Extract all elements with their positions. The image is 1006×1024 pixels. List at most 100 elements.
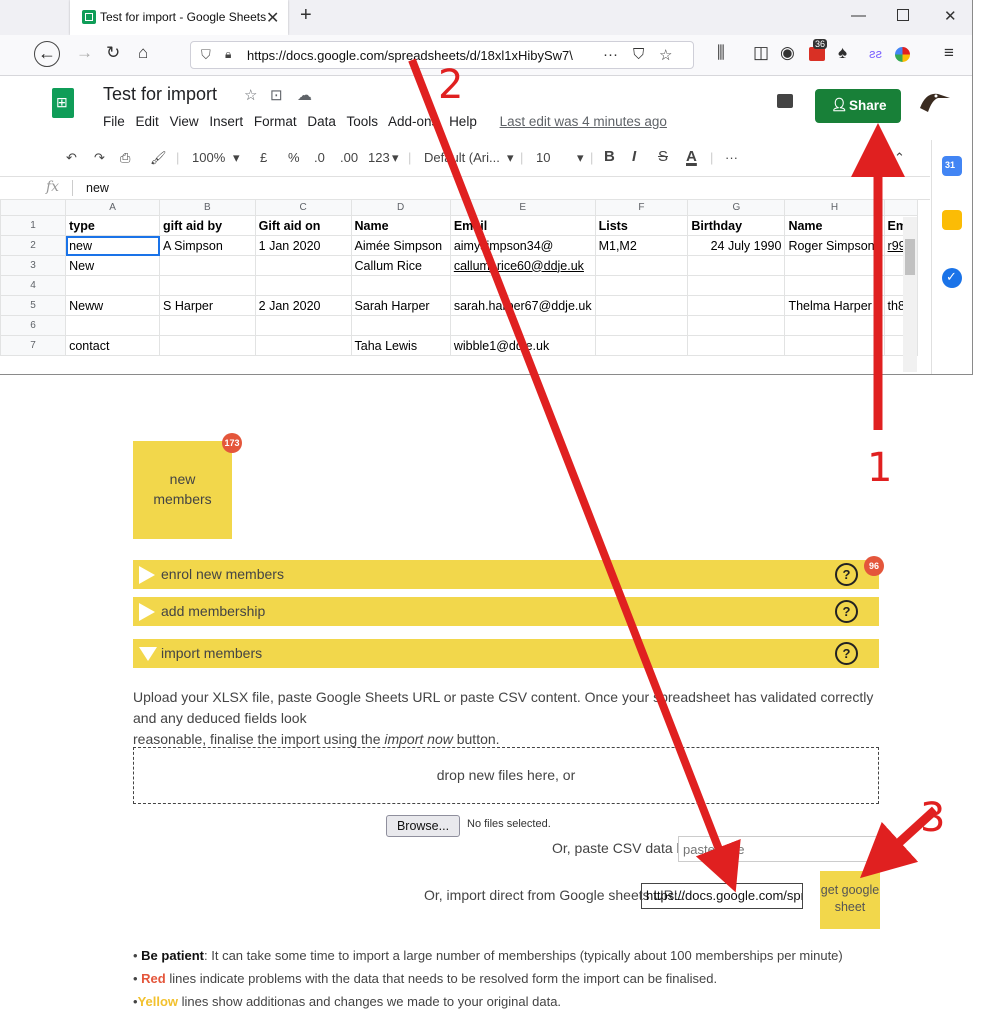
browser-tab[interactable]: Test for import - Google Sheets ✕: [70, 0, 288, 35]
table-cell[interactable]: contact: [65, 335, 161, 356]
table-cell[interactable]: [594, 315, 689, 336]
hamburger-menu-icon[interactable]: ≡: [944, 43, 954, 63]
paint-format-icon[interactable]: 🖌︎: [150, 150, 167, 166]
redo-icon[interactable]: ↷: [94, 150, 105, 166]
menu-tools[interactable]: Tools: [346, 114, 378, 129]
text-color-button[interactable]: A: [686, 148, 697, 165]
table-cell[interactable]: [254, 335, 352, 356]
scrollbar-thumb[interactable]: [905, 239, 915, 275]
close-tab-icon[interactable]: ✕: [266, 8, 279, 28]
table-cell[interactable]: aimysimpson34@: [449, 235, 596, 256]
table-cell[interactable]: Taha Lewis: [350, 335, 451, 356]
menu-help[interactable]: Help: [449, 114, 477, 129]
help-icon[interactable]: ?: [835, 563, 858, 586]
extension-todo-icon[interactable]: 36: [809, 39, 828, 61]
row-header[interactable]: 7: [0, 335, 67, 356]
column-header-i[interactable]: [883, 199, 919, 216]
table-cell[interactable]: Email: [449, 215, 596, 236]
comment-history-icon[interactable]: [777, 94, 793, 108]
avatar[interactable]: [916, 88, 952, 118]
table-cell[interactable]: [594, 295, 689, 316]
close-window-icon[interactable]: ✕: [944, 7, 957, 25]
sidebar-icon[interactable]: ◫: [753, 43, 769, 63]
format-dropdown-icon[interactable]: ▾: [392, 150, 399, 166]
table-cell[interactable]: Aimée Simpson: [350, 235, 451, 256]
table-cell[interactable]: gift aid by: [159, 215, 256, 236]
zoom-select[interactable]: 100%: [192, 150, 225, 165]
table-cell[interactable]: [594, 335, 689, 356]
reload-icon[interactable]: ↻: [106, 43, 120, 63]
table-cell[interactable]: [254, 275, 352, 296]
table-cell[interactable]: [159, 315, 256, 336]
table-cell[interactable]: callum_rice60@ddje.uk: [449, 255, 596, 276]
table-cell[interactable]: Birthday: [687, 215, 786, 236]
table-cell[interactable]: Lists: [594, 215, 689, 236]
table-cell[interactable]: [594, 275, 689, 296]
font-select[interactable]: Default (Ari...: [424, 150, 500, 165]
tracking-shield-icon[interactable]: ⛉: [201, 47, 211, 63]
table-cell[interactable]: [159, 255, 256, 276]
table-cell[interactable]: [65, 315, 161, 336]
sheets-logo-icon[interactable]: [52, 88, 74, 118]
table-cell[interactable]: 24 July 1990: [687, 235, 786, 256]
column-header-b[interactable]: B: [159, 199, 256, 216]
forward-arrow-icon[interactable]: →: [76, 43, 93, 63]
table-cell[interactable]: [687, 295, 786, 316]
table-cell[interactable]: [350, 315, 451, 336]
new-members-tile[interactable]: new members 173: [133, 433, 242, 539]
table-cell[interactable]: A Simpson: [159, 235, 256, 256]
table-cell[interactable]: [159, 335, 256, 356]
back-arrow-icon[interactable]: ←: [34, 41, 60, 67]
italic-button[interactable]: I: [632, 148, 636, 165]
table-cell[interactable]: S Harper: [159, 295, 256, 316]
column-header-f[interactable]: F: [594, 199, 689, 216]
menu-format[interactable]: Format: [254, 114, 297, 129]
cloud-saved-icon[interactable]: ☁: [297, 86, 312, 104]
column-header-d[interactable]: D: [350, 199, 451, 216]
zoom-dropdown-icon[interactable]: ▾: [233, 150, 240, 166]
table-cell[interactable]: Name: [350, 215, 451, 236]
menu-addons[interactable]: Add-ons: [388, 114, 438, 129]
menu-data[interactable]: Data: [307, 114, 336, 129]
more-tools-button[interactable]: ···: [725, 150, 738, 165]
table-cell[interactable]: M1,M2: [594, 235, 689, 256]
csv-input[interactable]: [678, 836, 880, 862]
calendar-icon[interactable]: 31: [942, 156, 962, 176]
menu-insert[interactable]: Insert: [209, 114, 243, 129]
extension-zz-icon[interactable]: ƨƨ: [869, 46, 882, 61]
move-folder-icon[interactable]: ⊡: [270, 86, 283, 104]
percent-format-button[interactable]: %: [288, 150, 300, 165]
table-cell[interactable]: [784, 255, 885, 276]
table-cell[interactable]: Roger Simpson: [784, 235, 885, 256]
table-cell[interactable]: [350, 275, 451, 296]
strikethrough-button[interactable]: S: [658, 148, 668, 165]
share-button[interactable]: 👤︎ Share: [815, 89, 901, 123]
minimize-icon[interactable]: —: [851, 7, 866, 24]
table-cell[interactable]: [254, 255, 352, 276]
bookmark-star-icon[interactable]: ☆: [659, 46, 672, 64]
table-cell[interactable]: Gift aid on: [254, 215, 352, 236]
undo-icon[interactable]: ↶: [66, 150, 77, 166]
font-size-select[interactable]: 10: [536, 150, 550, 165]
table-cell[interactable]: [159, 275, 256, 296]
new-tab-icon[interactable]: +: [300, 4, 312, 27]
row-header[interactable]: 6: [0, 315, 67, 336]
maximize-icon[interactable]: [897, 9, 909, 21]
tasks-icon[interactable]: ✓: [942, 268, 962, 288]
table-cell[interactable]: Thelma Harper: [784, 295, 885, 316]
table-cell[interactable]: [687, 335, 786, 356]
row-header[interactable]: 1: [0, 215, 67, 236]
table-cell[interactable]: New: [65, 255, 161, 276]
document-title[interactable]: Test for import: [103, 84, 217, 105]
currency-format-button[interactable]: £: [260, 150, 267, 165]
menu-view[interactable]: View: [170, 114, 199, 129]
help-icon[interactable]: ?: [835, 600, 858, 623]
last-edit-link[interactable]: Last edit was 4 minutes ago: [500, 114, 667, 129]
table-cell[interactable]: Name: [784, 215, 885, 236]
pocket-icon[interactable]: ⛉: [633, 46, 644, 63]
table-cell[interactable]: [687, 315, 786, 336]
page-actions-icon[interactable]: ···: [603, 46, 618, 63]
column-header-c[interactable]: C: [254, 199, 352, 216]
home-icon[interactable]: ⌂: [138, 43, 148, 63]
increase-decimal-button[interactable]: .00: [340, 150, 358, 165]
